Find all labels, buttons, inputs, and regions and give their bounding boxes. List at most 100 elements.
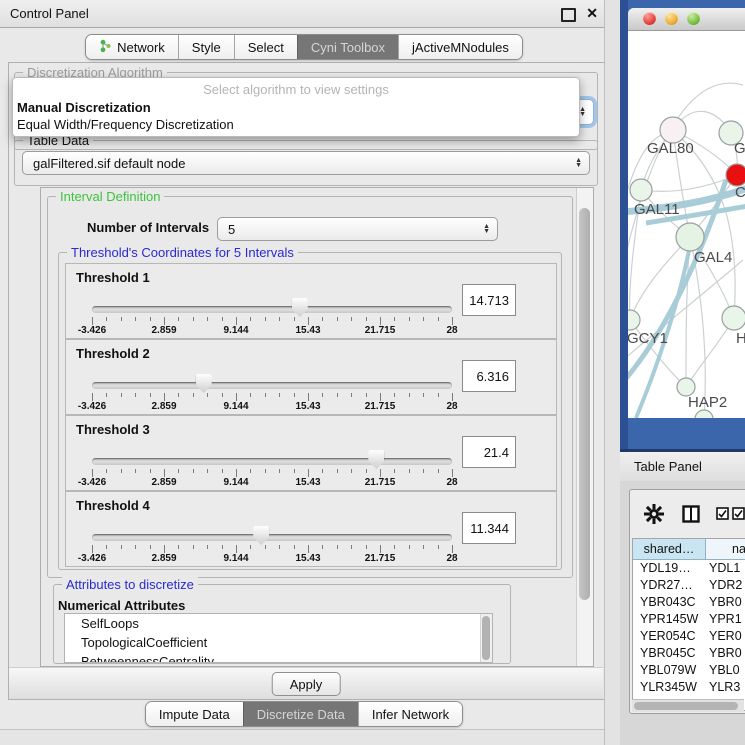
list-item[interactable]: SelfLoops bbox=[65, 614, 492, 633]
table-horizontal-scrollbar[interactable] bbox=[632, 699, 744, 712]
scale-tick-label: 2.859 bbox=[132, 553, 196, 564]
tab-cyni-toolbox[interactable]: Cyni Toolbox bbox=[297, 35, 398, 59]
numerical-attributes-list[interactable]: SelfLoopsTopologicalCoefficientBetweenne… bbox=[64, 613, 493, 663]
label-partial-h: H bbox=[736, 330, 745, 347]
slider-ticks bbox=[92, 469, 452, 477]
settings-vertical-scrollbar[interactable] bbox=[576, 188, 593, 666]
cell-shared-name[interactable]: YPR145W bbox=[633, 611, 705, 628]
cell-shared-name[interactable]: YLR345W bbox=[633, 679, 705, 696]
tab-label: Infer Network bbox=[372, 707, 449, 722]
table-row[interactable]: YBR045CYBR0 bbox=[633, 645, 745, 662]
table-row[interactable]: YLR345WYLR3 bbox=[633, 679, 745, 696]
cell-name[interactable]: YLR3 bbox=[705, 679, 745, 696]
tab-select[interactable]: Select bbox=[234, 35, 297, 59]
scrollbar-thumb[interactable] bbox=[579, 208, 590, 600]
node-partial-bottom[interactable] bbox=[695, 410, 713, 418]
threshold-slider-thumb[interactable] bbox=[253, 526, 269, 545]
cell-name[interactable]: YPR1 bbox=[705, 611, 745, 628]
network-window-titlebar[interactable] bbox=[628, 8, 745, 31]
cell-name[interactable]: YBR0 bbox=[705, 594, 745, 611]
settings-gear-icon[interactable] bbox=[643, 503, 665, 525]
threshold-slider-track[interactable] bbox=[92, 306, 452, 313]
table-row[interactable]: YPR145WYPR1 bbox=[633, 611, 745, 628]
table-panel-body: shared… na YDL19…YDL1YDR27…YDR2YBR043CYB… bbox=[620, 481, 745, 745]
node-gcy1[interactable] bbox=[628, 310, 640, 330]
number-of-intervals-combobox[interactable]: 5 ▲▼ bbox=[217, 217, 498, 241]
dropdown-option-equal-width-frequency[interactable]: Equal Width/Frequency Discretization bbox=[17, 117, 234, 132]
cell-shared-name[interactable]: YDR27… bbox=[633, 577, 705, 594]
table-row[interactable]: YDL19…YDL1 bbox=[633, 560, 745, 577]
bottom-strip bbox=[0, 729, 608, 745]
spinner-arrows-icon[interactable]: ▲▼ bbox=[579, 107, 586, 117]
node-attribute-table[interactable]: shared… na YDL19…YDL1YDR27…YDR2YBR043CYB… bbox=[632, 538, 745, 711]
cell-shared-name[interactable]: YER054C bbox=[633, 628, 705, 645]
cell-name[interactable]: YDR2 bbox=[705, 577, 745, 594]
threshold-value-field[interactable]: 14.713 bbox=[462, 284, 516, 316]
tab-infer-network[interactable]: Infer Network bbox=[358, 702, 462, 726]
tab-segment-group: Network Style SelectCyni Toolbox jActiveMNo… bbox=[85, 34, 523, 60]
threshold-value-field[interactable]: 11.344 bbox=[462, 512, 516, 544]
threshold-slider-thumb[interactable] bbox=[368, 450, 384, 469]
apply-button[interactable]: Apply bbox=[272, 672, 341, 696]
scale-tick-label: -3.426 bbox=[60, 401, 124, 412]
node-partial-h[interactable] bbox=[722, 306, 745, 330]
threshold-slider-track[interactable] bbox=[92, 534, 452, 541]
spinner-arrows-icon[interactable]: ▲▼ bbox=[575, 158, 582, 168]
float-window-icon[interactable] bbox=[561, 8, 576, 22]
threshold-slider-track[interactable] bbox=[92, 458, 452, 465]
node-gal11[interactable] bbox=[630, 179, 652, 201]
list-item[interactable]: BetweennessCentrality bbox=[65, 652, 492, 663]
threshold-panel: Threshold 3 -3.4262.8599.14415.4321.7152… bbox=[65, 415, 557, 491]
tab-network[interactable]: Network bbox=[86, 35, 178, 59]
zoom-traffic-light-icon[interactable] bbox=[687, 12, 700, 25]
cell-name[interactable]: YBL0 bbox=[705, 662, 745, 679]
threshold-slider-track[interactable] bbox=[92, 382, 452, 389]
bottom-tab-bar: Impute DataDiscretize Data Infer Network bbox=[0, 701, 608, 727]
cell-shared-name[interactable]: YBR043C bbox=[633, 594, 705, 611]
attributes-scrollbar[interactable] bbox=[480, 614, 492, 662]
scale-tick-label: -3.426 bbox=[60, 477, 124, 488]
close-traffic-light-icon[interactable] bbox=[643, 12, 656, 25]
node-gal4[interactable] bbox=[676, 223, 704, 251]
cell-shared-name[interactable]: YDL19… bbox=[633, 560, 705, 577]
table-row[interactable]: YBR043CYBR0 bbox=[633, 594, 745, 611]
threshold-slider-thumb[interactable] bbox=[196, 374, 212, 393]
threshold-value-field[interactable]: 6.316 bbox=[462, 360, 516, 392]
table-data-combobox[interactable]: galFiltered.sif default node ▲▼ bbox=[22, 151, 590, 175]
table-row[interactable]: YDR27…YDR2 bbox=[633, 577, 745, 594]
cell-shared-name[interactable]: YBL079W bbox=[633, 662, 705, 679]
cell-name[interactable]: YER0 bbox=[705, 628, 745, 645]
network-icon bbox=[99, 39, 112, 56]
node-red-selected[interactable] bbox=[726, 164, 745, 186]
column-selector-icon[interactable] bbox=[682, 505, 700, 523]
threshold-value-field[interactable]: 21.4 bbox=[462, 436, 516, 468]
checkbox-checked-icon[interactable] bbox=[732, 507, 745, 520]
scrollbar-thumb[interactable] bbox=[634, 702, 738, 710]
minimize-traffic-light-icon[interactable] bbox=[665, 12, 678, 25]
network-canvas[interactable]: GAL80 GA C GAL11 GAL4 GCY1 H HAP2 bbox=[628, 30, 745, 418]
column-header-shared[interactable]: shared… bbox=[633, 539, 706, 560]
cell-name[interactable]: YBR0 bbox=[705, 645, 745, 662]
spinner-arrows-icon[interactable]: ▲▼ bbox=[483, 224, 490, 234]
list-item[interactable]: TopologicalCoefficient bbox=[65, 633, 492, 652]
threshold-slider-thumb[interactable] bbox=[292, 298, 308, 317]
table-row[interactable]: YBL079WYBL0 bbox=[633, 662, 745, 679]
scale-tick-label: 28 bbox=[420, 553, 484, 564]
scrollbar-thumb[interactable] bbox=[482, 616, 490, 660]
network-view-window[interactable]: GAL80 GA C GAL11 GAL4 GCY1 H HAP2 bbox=[628, 8, 745, 418]
tab-style[interactable]: Style bbox=[178, 35, 234, 59]
tab-jactivemnodules[interactable]: jActiveMNodules bbox=[398, 35, 522, 59]
cell-name[interactable]: YDL1 bbox=[705, 560, 745, 577]
tab-label: jActiveMNodules bbox=[412, 40, 509, 55]
column-header-name[interactable]: na bbox=[706, 539, 745, 560]
thresholds-group-title: Threshold's Coordinates for 5 Intervals bbox=[67, 245, 298, 260]
tab-label: Network bbox=[117, 40, 165, 55]
tab-impute-data[interactable]: Impute Data bbox=[146, 702, 243, 726]
tab-discretize-data[interactable]: Discretize Data bbox=[243, 702, 358, 726]
dropdown-option-manual-discretization[interactable]: Manual Discretization bbox=[17, 100, 151, 115]
cell-shared-name[interactable]: YBR045C bbox=[633, 645, 705, 662]
close-icon[interactable]: ✕ bbox=[586, 5, 598, 22]
checkbox-checked-icon[interactable] bbox=[716, 507, 729, 520]
tab-label: Style bbox=[192, 40, 221, 55]
table-row[interactable]: YER054CYER0 bbox=[633, 628, 745, 645]
